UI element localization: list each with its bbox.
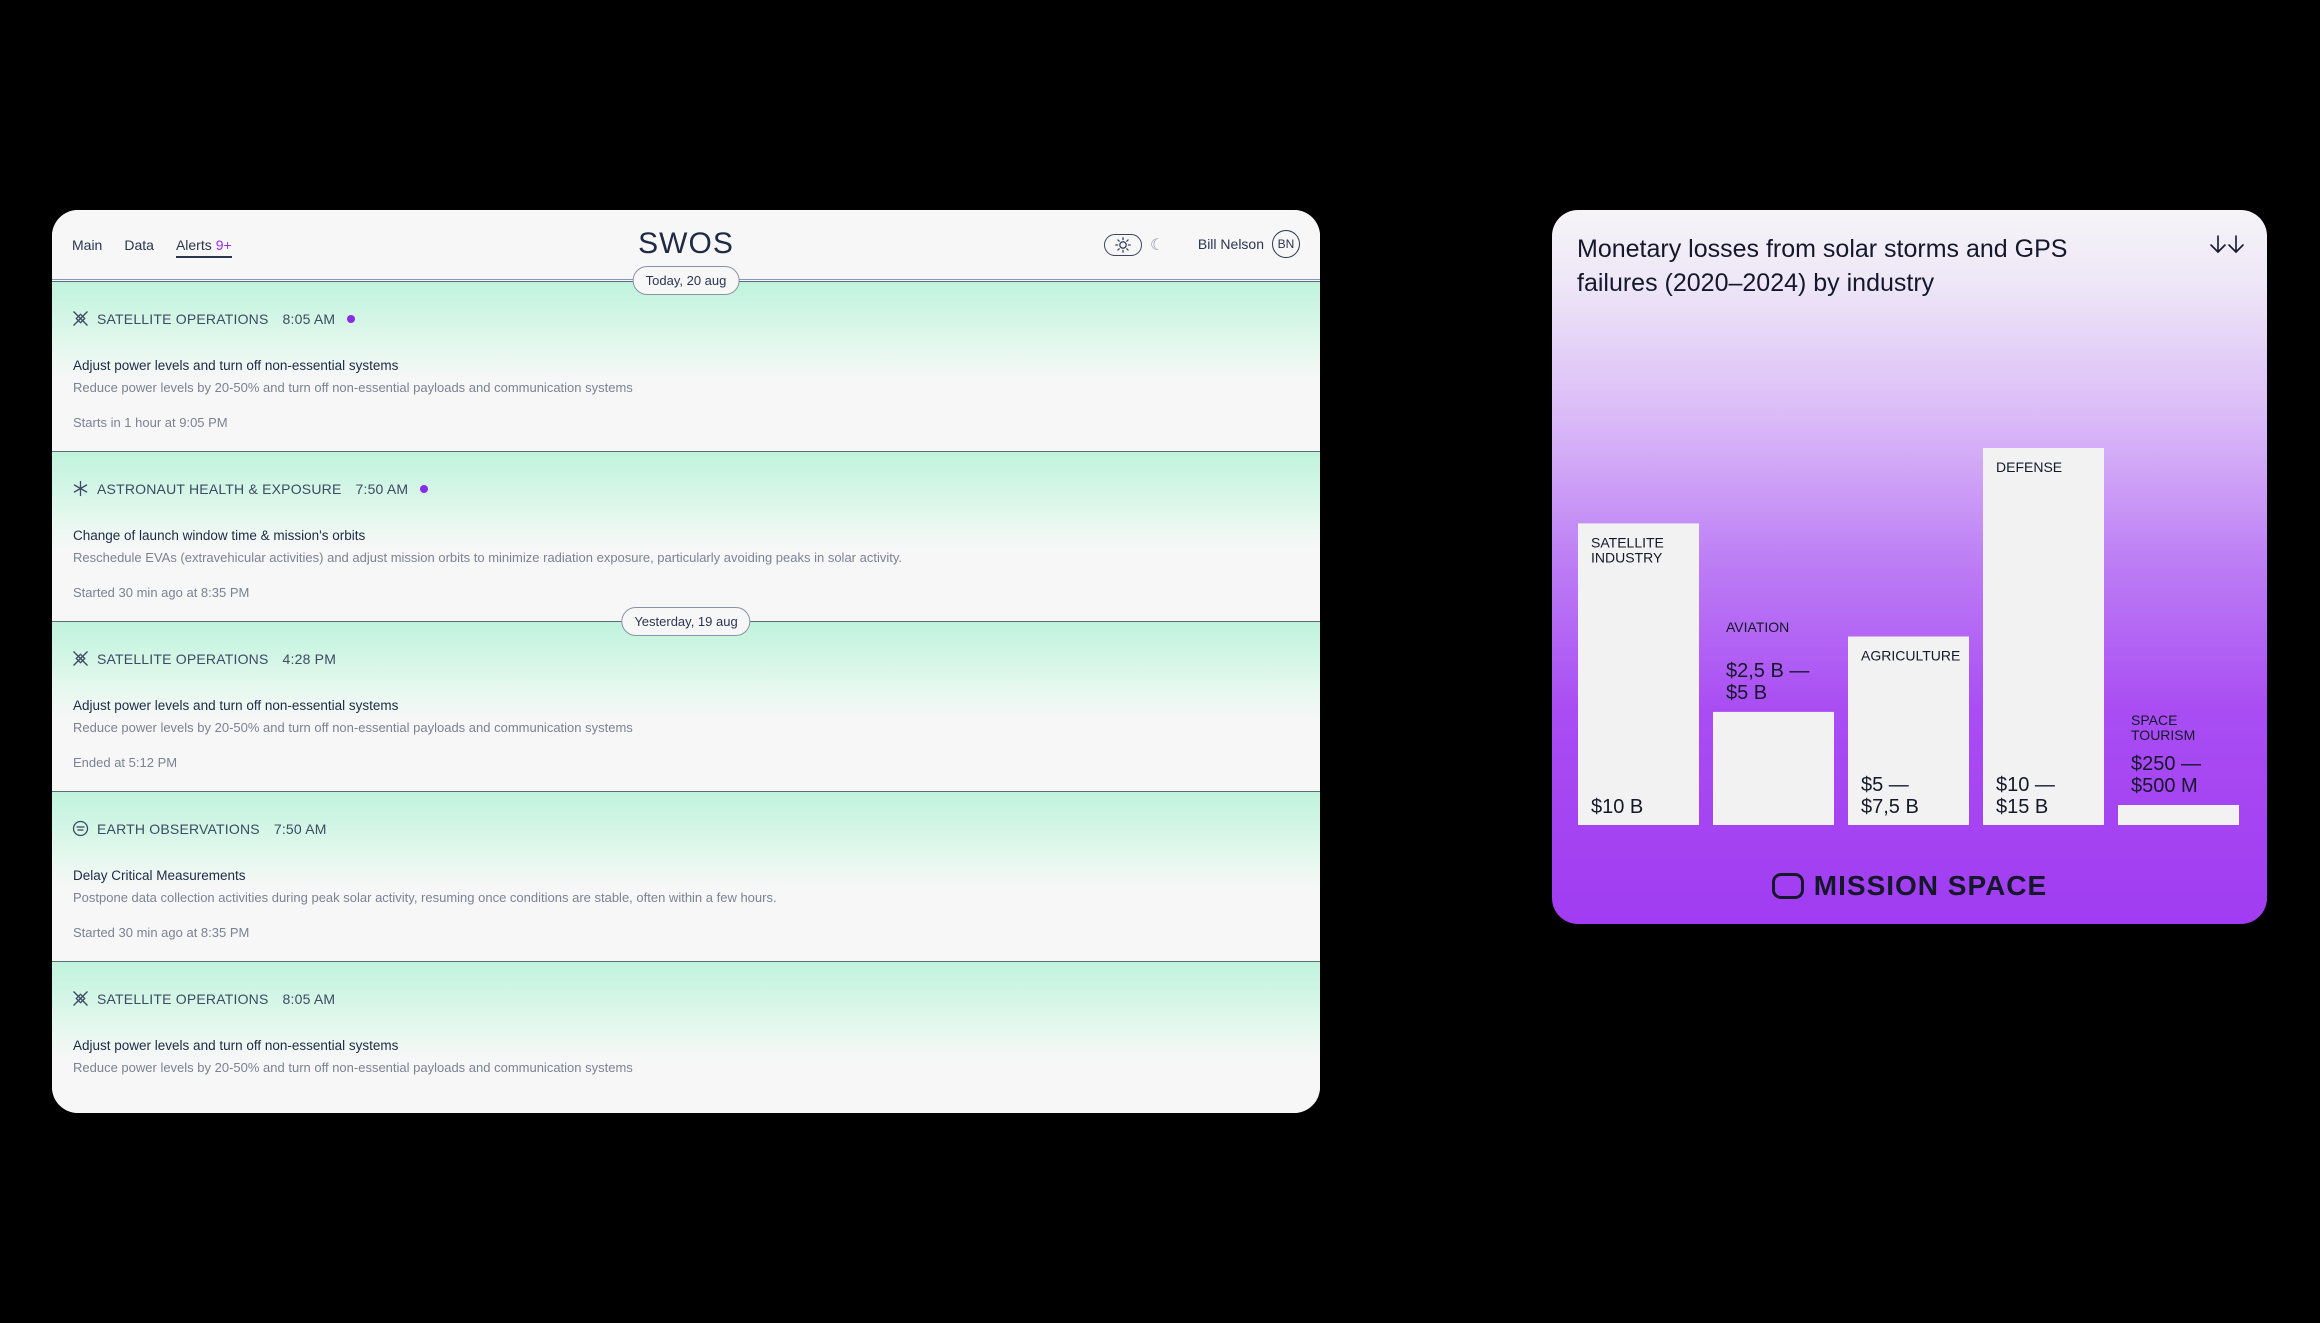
- alert-status: Starts in 1 hour at 9:05 PM: [73, 415, 228, 430]
- avatar[interactable]: BN: [1272, 230, 1300, 258]
- bar-defense: [1983, 448, 2104, 825]
- nav-main[interactable]: Main: [72, 237, 102, 258]
- value-label: $10 —: [1996, 774, 2055, 796]
- alert-category: SATELLITE OPERATIONS: [97, 650, 269, 667]
- alerts-count-badge: 9+: [215, 237, 232, 253]
- date-separator-today: Today, 20 aug: [632, 266, 740, 295]
- alert-card[interactable]: ASTRONAUT HEALTH & EXPOSURE 7:50 AM Chan…: [52, 451, 1320, 636]
- value-label: $10 B: [1591, 796, 1643, 818]
- bar-chart: SATELLITEINDUSTRY$10 BAVIATION$2,5 B —$5…: [1578, 448, 2239, 825]
- alert-header: ASTRONAUT HEALTH & EXPOSURE 7:50 AM: [72, 480, 429, 497]
- bar-space-tourism: [2118, 805, 2239, 825]
- alert-category: EARTH OBSERVATIONS: [97, 820, 260, 837]
- alert-header: SATELLITE OPERATIONS 4:28 PM: [72, 650, 336, 667]
- nav-alerts-label: Alerts: [175, 237, 212, 253]
- alert-description: Reduce power levels by 20-50% and turn o…: [73, 380, 633, 395]
- moon-icon[interactable]: ☾: [1150, 235, 1164, 255]
- nav-links: Main Data Alerts 9+: [72, 237, 232, 258]
- alert-category: SATELLITE OPERATIONS: [97, 310, 269, 327]
- nav-alerts[interactable]: Alerts 9+: [175, 237, 232, 258]
- earth-icon: [72, 820, 89, 837]
- date-separator-yesterday: Yesterday, 19 aug: [621, 607, 751, 636]
- value-label: $15 B: [1996, 796, 2048, 818]
- alert-status: Started 30 min ago at 8:35 PM: [73, 925, 250, 940]
- value-label: $7,5 B: [1861, 796, 1919, 818]
- value-label: $5 —: [1861, 774, 1909, 796]
- alert-description: Reduce power levels by 20-50% and turn o…: [73, 720, 633, 735]
- logo-text: MISSION SPACE: [1813, 870, 2048, 901]
- alert-title: Delay Critical Measurements: [73, 868, 246, 883]
- user-name: Bill Nelson: [1197, 236, 1264, 252]
- value-label: $500 M: [2131, 775, 2198, 797]
- alerts-feed: Today, 20 aug SATELLITE OPERATIONS 8:05 …: [52, 266, 1320, 1113]
- alert-time: 7:50 AM: [355, 480, 409, 497]
- alert-title: Adjust power levels and turn off non-ess…: [73, 358, 399, 373]
- swos-app-window: Main Data Alerts 9+ SWOS ☾ Bill Nelson B…: [52, 210, 1320, 1113]
- alert-status: Started 30 min ago at 8:35 PM: [73, 585, 250, 600]
- category-label: TOURISM: [2131, 727, 2195, 743]
- category-label: AVIATION: [1726, 619, 1789, 635]
- logo-mark-icon: [1771, 873, 1804, 899]
- alert-card[interactable]: SATELLITE OPERATIONS 4:28 PM Adjust powe…: [52, 621, 1320, 791]
- category-label: DEFENSE: [1996, 459, 2062, 475]
- asterisk-icon: [73, 480, 88, 497]
- user-menu[interactable]: Bill Nelson BN: [1198, 230, 1300, 258]
- alert-header: SATELLITE OPERATIONS 8:05 AM: [72, 310, 356, 327]
- satellite-icon: [73, 991, 88, 1006]
- unread-dot: [347, 314, 356, 323]
- satellite-icon: [73, 311, 88, 326]
- alert-time: 8:05 AM: [282, 310, 336, 327]
- alert-title: Change of launch window time & mission's…: [73, 528, 366, 543]
- alert-category: ASTRONAUT HEALTH & EXPOSURE: [97, 480, 342, 497]
- category-label: INDUSTRY: [1591, 549, 1663, 565]
- alert-description: Postpone data collection activities duri…: [73, 890, 777, 905]
- alert-description: Reschedule EVAs (extravehicular activiti…: [73, 550, 902, 565]
- mission-space-logo: MISSION SPACE: [1552, 870, 2267, 902]
- alert-category: SATELLITE OPERATIONS: [97, 990, 269, 1007]
- satellite-icon: [73, 651, 88, 666]
- alert-header: SATELLITE OPERATIONS 8:05 AM: [72, 990, 335, 1007]
- theme-switch[interactable]: ☾: [1104, 234, 1164, 256]
- category-label: SATELLITE: [1591, 534, 1664, 550]
- alert-card[interactable]: SATELLITE OPERATIONS 8:05 AM Adjust powe…: [52, 281, 1320, 451]
- alert-time: 4:28 PM: [282, 650, 337, 667]
- value-label: $2,5 B —: [1726, 660, 1809, 682]
- alert-title: Adjust power levels and turn off non-ess…: [73, 1038, 399, 1053]
- value-label: $250 —: [2131, 753, 2201, 775]
- unread-dot: [420, 484, 429, 493]
- alert-header: EARTH OBSERVATIONS 7:50 AM: [72, 820, 327, 837]
- alert-time: 7:50 AM: [273, 820, 327, 837]
- alert-status: Ended at 5:12 PM: [73, 755, 178, 770]
- alert-title: Adjust power levels and turn off non-ess…: [73, 698, 399, 713]
- alert-card[interactable]: EARTH OBSERVATIONS 7:50 AM Delay Critica…: [52, 791, 1320, 961]
- nav-data[interactable]: Data: [124, 237, 154, 258]
- bar-aviation: [1713, 711, 1834, 825]
- chart-card: Monetary losses from solar storms and GP…: [1552, 210, 2267, 924]
- sun-icon: [1115, 237, 1131, 253]
- alert-time: 8:05 AM: [282, 990, 336, 1007]
- alert-description: Reduce power levels by 20-50% and turn o…: [73, 1060, 633, 1075]
- alert-card[interactable]: SATELLITE OPERATIONS 8:05 AM Adjust powe…: [52, 961, 1320, 1113]
- value-label: $5 B: [1726, 682, 1767, 704]
- bar-satellite-industry: [1578, 523, 1699, 825]
- category-label: SPACE: [2131, 712, 2177, 728]
- light-mode-toggle[interactable]: [1104, 234, 1142, 256]
- category-label: AGRICULTURE: [1861, 648, 1960, 664]
